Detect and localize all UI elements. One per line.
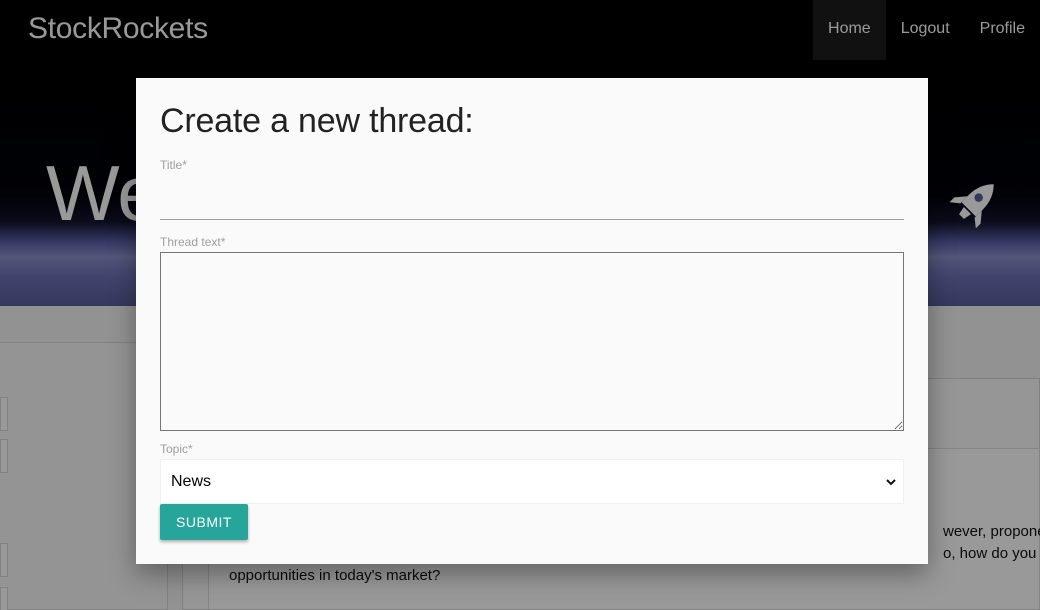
title-input[interactable] [160, 176, 904, 220]
topic-label: Topic* [160, 442, 193, 456]
thread-text-label: Thread text* [160, 235, 226, 249]
thread-text-input[interactable] [160, 252, 904, 431]
topic-selected-value: News [171, 472, 212, 490]
chevron-down-icon [886, 479, 896, 486]
modal-title: Create a new thread: [160, 102, 474, 140]
new-thread-modal: Create a new thread: Title* Thread text*… [136, 78, 928, 564]
title-label: Title* [160, 158, 187, 172]
submit-button[interactable]: SUBMIT [160, 504, 248, 540]
topic-select[interactable]: News [160, 459, 904, 504]
